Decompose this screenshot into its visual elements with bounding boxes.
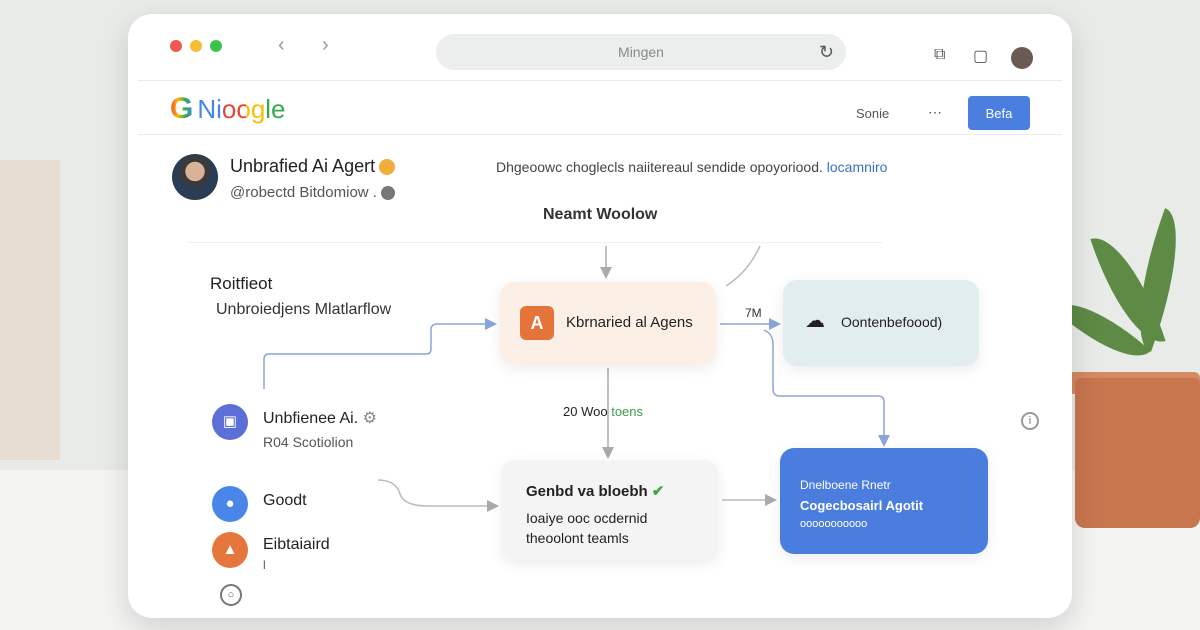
list-item[interactable]: Goodt bbox=[263, 492, 307, 510]
workflow-node-cloud[interactable]: ☁ Oontenbefoood) bbox=[783, 280, 979, 366]
connector bbox=[263, 318, 497, 389]
connector bbox=[725, 245, 761, 287]
connector bbox=[377, 479, 499, 512]
section-title: Roitfieot bbox=[210, 274, 273, 293]
workflow-node-agent[interactable]: A Kbrnaried al Agens bbox=[500, 282, 716, 364]
node-agent-label: Kbrnaried al Agens bbox=[566, 314, 693, 331]
agent-app-icon: A bbox=[520, 306, 554, 340]
warning-icon[interactable]: ▲ bbox=[212, 532, 248, 568]
node-done-line: theoolont teamls bbox=[526, 530, 629, 546]
background-shelf bbox=[0, 160, 60, 460]
arrow-label: 7M bbox=[745, 306, 762, 320]
info-icon[interactable]: i bbox=[1021, 412, 1039, 430]
cloud-link-icon: ☁ bbox=[805, 310, 825, 332]
node-output-line: ooooooooooo bbox=[800, 518, 868, 530]
browser-window: ‹ › Mingen ↻ ⧉ ▢ G Nioogle Sonie ⋯ Befa … bbox=[128, 14, 1072, 618]
add-icon[interactable]: ○ bbox=[220, 584, 242, 606]
section-subtitle: Unbroiedjens Mlatlarflow bbox=[216, 301, 392, 318]
tokens-unit: toens bbox=[611, 404, 644, 419]
node-output-line: Dnelboene Rnetr bbox=[800, 478, 891, 492]
tokens-label: 20 Woo toens bbox=[563, 404, 643, 419]
user-icon[interactable]: ● bbox=[212, 486, 248, 522]
plant-pot bbox=[1075, 378, 1200, 528]
app-square-icon[interactable]: ▣ bbox=[212, 404, 248, 440]
node-output-title: Cogecbosairl Agotit bbox=[800, 498, 924, 513]
list-item-label: Unbfienee Ai. bbox=[263, 410, 359, 427]
check-icon: ✔ bbox=[651, 483, 665, 500]
workflow-node-done[interactable]: Genbd va bloebh ✔ Ioaiye ooc ocdernid the… bbox=[502, 460, 718, 560]
node-done-title-text: Genbd va bloebh bbox=[526, 483, 648, 500]
workflow-node-output[interactable]: Dnelboene Rnetr Cogecbosairl Agotit oooo… bbox=[780, 448, 988, 554]
node-done-line: Ioaiye ooc ocdernid bbox=[526, 510, 648, 526]
node-cloud-label: Oontenbefoood) bbox=[841, 314, 943, 330]
list-item-sub: l bbox=[263, 558, 266, 572]
node-done-title: Genbd va bloebh ✔ bbox=[526, 482, 664, 500]
list-item[interactable]: Unbfienee Ai. ⚙ bbox=[263, 408, 377, 428]
tokens-count: 20 Woo bbox=[563, 404, 608, 419]
list-item[interactable]: Eibtaiaird bbox=[263, 536, 330, 554]
list-item-sub: R04 Scotiolion bbox=[263, 434, 354, 450]
settings-icon[interactable]: ⚙ bbox=[363, 410, 377, 427]
